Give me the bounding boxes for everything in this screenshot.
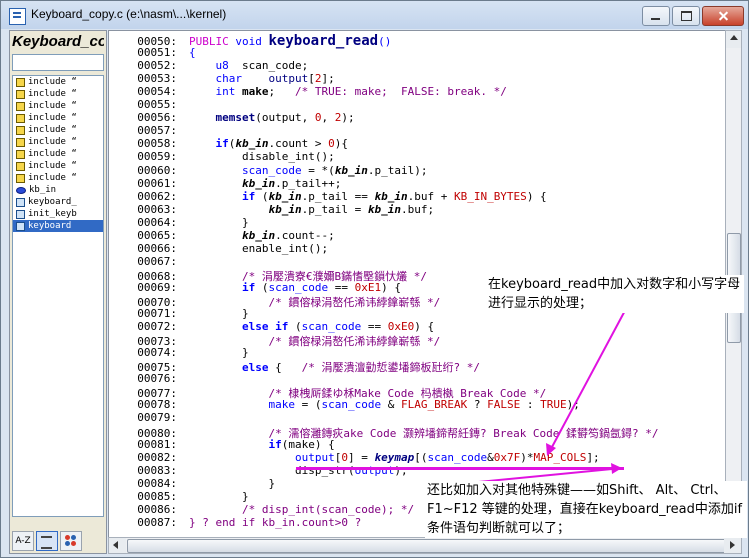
arrow-head-top: [546, 443, 556, 456]
annotation-note-read: 在keyboard_read中加入对数字和小写字母进行显示的处理；: [486, 275, 744, 313]
arrow-line-top: [551, 304, 629, 448]
arrow-head-bottom: [611, 463, 622, 474]
annotation-note-special-keys: 还比如加入对其他特殊键——如Shift、 Alt、 Ctrl、 F1~F12 等…: [425, 481, 747, 538]
